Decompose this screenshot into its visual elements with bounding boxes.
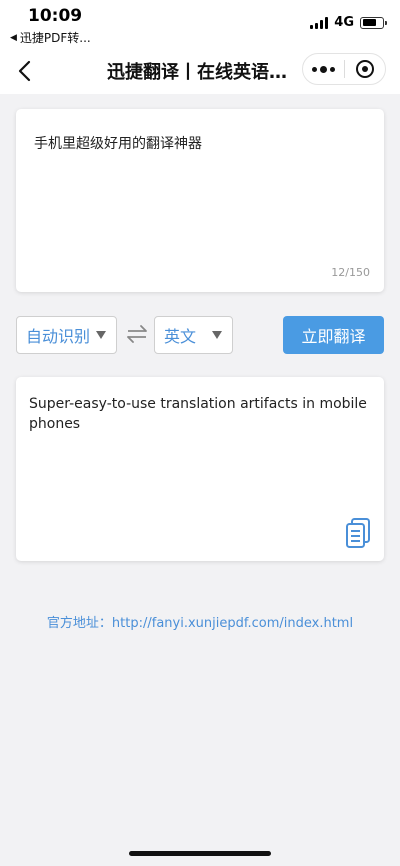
battery-level [362, 19, 376, 26]
home-indicator[interactable] [129, 851, 271, 856]
translate-button[interactable]: 立即翻译 [283, 316, 384, 354]
back-button[interactable] [10, 57, 38, 85]
close-mini-program-button[interactable] [344, 54, 385, 84]
character-count: 12/150 [331, 266, 370, 279]
page-title: 迅捷翻译丨在线英语… [107, 62, 287, 83]
result-text: Super-easy-to-use translation artifacts … [29, 396, 367, 432]
source-language-select[interactable]: 自动识别 [16, 316, 117, 354]
target-language-label: 英文 [164, 327, 197, 346]
target-circle-icon [355, 60, 374, 78]
back-to-app-link[interactable]: ◀ 迅捷PDF转... [10, 29, 91, 46]
cellular-signal-icon [310, 16, 329, 29]
translation-result: Super-easy-to-use translation artifacts … [16, 377, 384, 561]
target-language-select[interactable]: 英文 [154, 316, 233, 354]
nav-bar: 迅捷翻译丨在线英语… [0, 48, 400, 94]
dropdown-caret-icon [96, 331, 106, 339]
network-type: 4G [334, 15, 354, 30]
mini-program-capsule [302, 53, 386, 85]
target-dot [361, 66, 368, 72]
source-text[interactable]: 手机里超级好用的翻译神器 [34, 133, 202, 153]
source-language-label: 自动识别 [26, 327, 91, 346]
status-bar: 10:09 ◀ 迅捷PDF转... 4G [0, 0, 400, 48]
status-time: 10:09 [28, 6, 83, 26]
official-url-link[interactable]: http://fanyi.xunjiepdf.com/index.html [112, 616, 353, 631]
copy-icon[interactable] [344, 517, 372, 549]
chevron-left-icon [18, 60, 31, 82]
source-text-area[interactable]: 手机里超级好用的翻译神器 12/150 [16, 109, 384, 292]
official-address-label: 官方地址： [46, 616, 112, 631]
status-indicators: 4G [310, 15, 387, 30]
back-app-label: 迅捷PDF转... [19, 31, 91, 45]
dropdown-caret-icon [212, 331, 222, 339]
more-button[interactable] [303, 54, 344, 84]
back-triangle-icon: ◀ [10, 32, 17, 43]
battery-icon [360, 16, 387, 29]
more-dots-icon [311, 66, 317, 72]
official-address: 官方地址：http://fanyi.xunjiepdf.com/index.ht… [0, 612, 400, 631]
more-dots-icon [329, 66, 335, 72]
more-dots-icon [319, 65, 327, 73]
swap-languages-icon[interactable] [126, 323, 148, 345]
